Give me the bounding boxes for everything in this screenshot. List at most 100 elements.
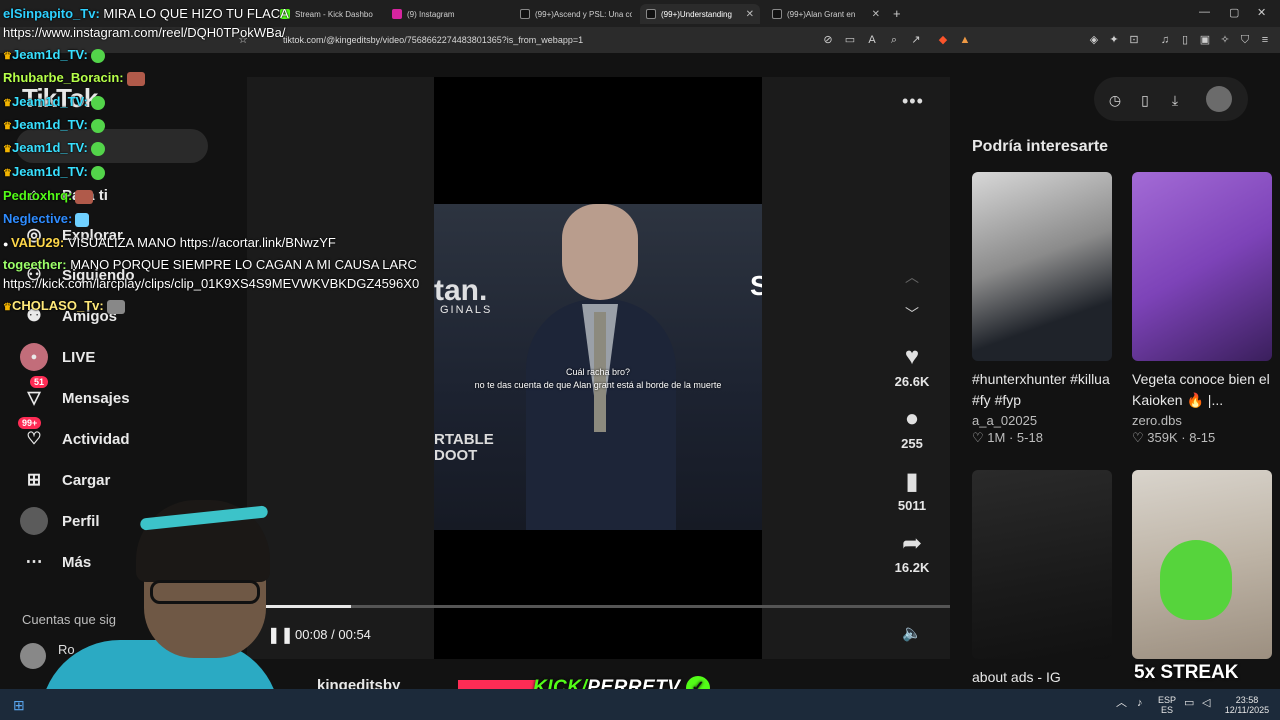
rec-stats: ♡ 1M · 5-18: [972, 430, 1043, 445]
maximize-icon[interactable]: ▢: [1229, 6, 1239, 19]
chat-user: Rhubarbe_Boracin:: [3, 70, 124, 85]
stream-chat-overlay: elSinpapito_Tv: MIRA LO QUE HIZO TU FLAC…: [0, 0, 440, 320]
rec-description: about ads - IG: [972, 669, 1061, 685]
clock-time: 23:58: [1235, 695, 1259, 705]
chat-message: ♛Jeam1d_TV:: [3, 47, 105, 63]
upload-icon: ⊞: [26, 470, 42, 489]
crown-icon: ♛: [3, 144, 12, 155]
chat-user: Jeam1d_TV:: [11, 140, 88, 155]
emote-icon: [75, 212, 90, 227]
close-window-icon[interactable]: ✕: [1257, 6, 1266, 19]
comment-button[interactable]: ● 255: [890, 405, 934, 453]
tab-understanding[interactable]: (99+)Understanding ✕: [640, 4, 760, 24]
emote-icon: [126, 71, 145, 86]
emote-icon: [106, 299, 125, 314]
windows-start-icon[interactable]: ⊞: [13, 697, 29, 713]
follow-button[interactable]: [458, 680, 538, 689]
user-avatar[interactable]: [1206, 86, 1232, 112]
no-camera-icon[interactable]: ⊘: [821, 33, 835, 47]
share-button[interactable]: ➦ 16.2K: [890, 529, 934, 577]
rec-stats: ♡ 359K · 8-15: [1132, 430, 1216, 445]
volume-tray-icon[interactable]: ◁: [1202, 698, 1210, 709]
language-bottom: ES: [1161, 705, 1174, 715]
chat-user: Jeam1d_TV:: [11, 94, 88, 109]
like-count: 26.6K: [894, 374, 930, 389]
messages-icon: ▽ 51: [20, 376, 49, 412]
download-icon[interactable]: ⤓: [1167, 92, 1183, 109]
brave-shield-icon[interactable]: ◆: [936, 33, 950, 47]
backdrop-text-left: RTABLE DOOT: [434, 431, 494, 464]
network-icon[interactable]: ▭: [1184, 698, 1194, 709]
share-count: 16.2K: [894, 560, 930, 575]
more-options-icon[interactable]: •••: [902, 91, 924, 112]
chat-user: VALU29:: [10, 235, 65, 250]
vpn-icon[interactable]: ⛉: [1238, 33, 1252, 47]
nav-mensajes[interactable]: ▽ 51 Mensajes: [20, 376, 130, 412]
nav-actividad[interactable]: ♡ 99+ Actividad: [18, 417, 130, 453]
puzzle-icon[interactable]: ✦: [1107, 33, 1121, 47]
cast-icon[interactable]: ▭: [843, 33, 857, 47]
clock[interactable]: 23:58 12/11/2025: [1218, 695, 1276, 715]
rec-card[interactable]: Vegeta conoce bien el Kaioken 🔥 |... zer…: [1132, 172, 1272, 446]
video-progress-bar[interactable]: [247, 605, 950, 608]
extension-icon[interactable]: ◈: [1087, 33, 1101, 47]
like-button[interactable]: ♥ 26.6K: [890, 343, 934, 391]
translate-icon[interactable]: A: [865, 33, 879, 47]
crown-icon: ♛: [3, 302, 12, 313]
sidebar-icon[interactable]: ▯: [1178, 33, 1192, 47]
screenshot-icon[interactable]: ⊡: [1127, 33, 1141, 47]
media-icon[interactable]: ♫: [1158, 33, 1172, 47]
tray-chevron-icon[interactable]: ︿: [1116, 698, 1127, 709]
menu-icon[interactable]: ≡: [1258, 33, 1272, 47]
webcam-glasses: [150, 580, 260, 604]
nav-label: LIVE: [62, 348, 96, 366]
save-button[interactable]: ▮ 5011: [890, 467, 934, 515]
tab-ascend-psl[interactable]: (99+)Ascend y PSL: Una co: [514, 4, 632, 24]
live-icon: ●: [20, 343, 48, 371]
rec-description: #hunterxhunter #killua #fy #fyp: [972, 371, 1110, 408]
language-top: ESP: [1158, 695, 1177, 705]
chat-message: Neglective:: [3, 211, 90, 227]
rec-card[interactable]: about ads - IG: [972, 470, 1112, 688]
chat-user: CHOLASO_Tv:: [11, 298, 104, 313]
comment-count: 255: [901, 436, 923, 451]
nav-live[interactable]: ● LIVE: [20, 343, 95, 371]
chat-text: MIRA LO QUE HIZO TU FLACA: [103, 6, 289, 21]
chat-message: ● VALU29: VISUALIZA MANO https://acortar…: [3, 235, 336, 250]
rewards-icon[interactable]: ▲: [958, 33, 972, 47]
nav-cargar[interactable]: ⊞ Cargar: [20, 466, 110, 494]
chat-user: Jeam1d_TV:: [11, 164, 88, 179]
share-arrow-icon: ➦: [901, 530, 923, 557]
coins-icon[interactable]: ◷: [1107, 92, 1123, 109]
tab-label: (99+)Understanding: [661, 9, 732, 19]
device-icon[interactable]: ▯: [1137, 92, 1153, 109]
new-tab-button[interactable]: +: [893, 6, 901, 21]
wallet-icon[interactable]: ▣: [1198, 33, 1212, 47]
zoom-icon[interactable]: ⌕: [887, 33, 901, 47]
next-video-icon[interactable]: ﹀: [905, 304, 919, 324]
emote-icon: [90, 95, 105, 110]
crown-icon: ♛: [3, 168, 12, 179]
minimize-icon[interactable]: —: [1199, 6, 1210, 18]
close-tab-icon[interactable]: ✕: [746, 9, 754, 20]
language-indicator[interactable]: ESP ES: [1158, 695, 1176, 715]
screen: Stream - Kick Dashbo (9) Instagram (99+)…: [0, 0, 1280, 720]
volume-icon[interactable]: 🔈: [902, 623, 922, 643]
tiktok-favicon-icon: [646, 9, 656, 19]
rec-likes: 1M: [987, 430, 1006, 445]
share-icon[interactable]: ↗: [909, 33, 923, 47]
chat-user: Jeam1d_TV:: [11, 117, 88, 132]
rec-description: Vegeta conoce bien el Kaioken 🔥 |...: [1132, 371, 1270, 408]
tab-alan-grant[interactable]: (99+)Alan Grant en ✕: [766, 4, 886, 24]
chat-user: Neglective:: [3, 211, 73, 226]
microphone-icon[interactable]: ♪: [1137, 698, 1143, 709]
chat-message: Rhubarbe_Boracin:: [3, 70, 145, 86]
rec-card[interactable]: #hunterxhunter #killua #fy #fyp a_a_0202…: [972, 172, 1112, 446]
emote-icon: [90, 165, 105, 180]
previous-video-icon[interactable]: ︿: [905, 267, 919, 287]
leo-icon[interactable]: ✧: [1218, 33, 1232, 47]
chat-user: Pedroxhrq:: [3, 188, 73, 203]
chat-user: elSinpapito_Tv:: [3, 6, 100, 21]
chat-message: https://www.instagram.com/reel/DQH0TPokW…: [3, 25, 285, 40]
close-tab-icon[interactable]: ✕: [872, 9, 880, 20]
